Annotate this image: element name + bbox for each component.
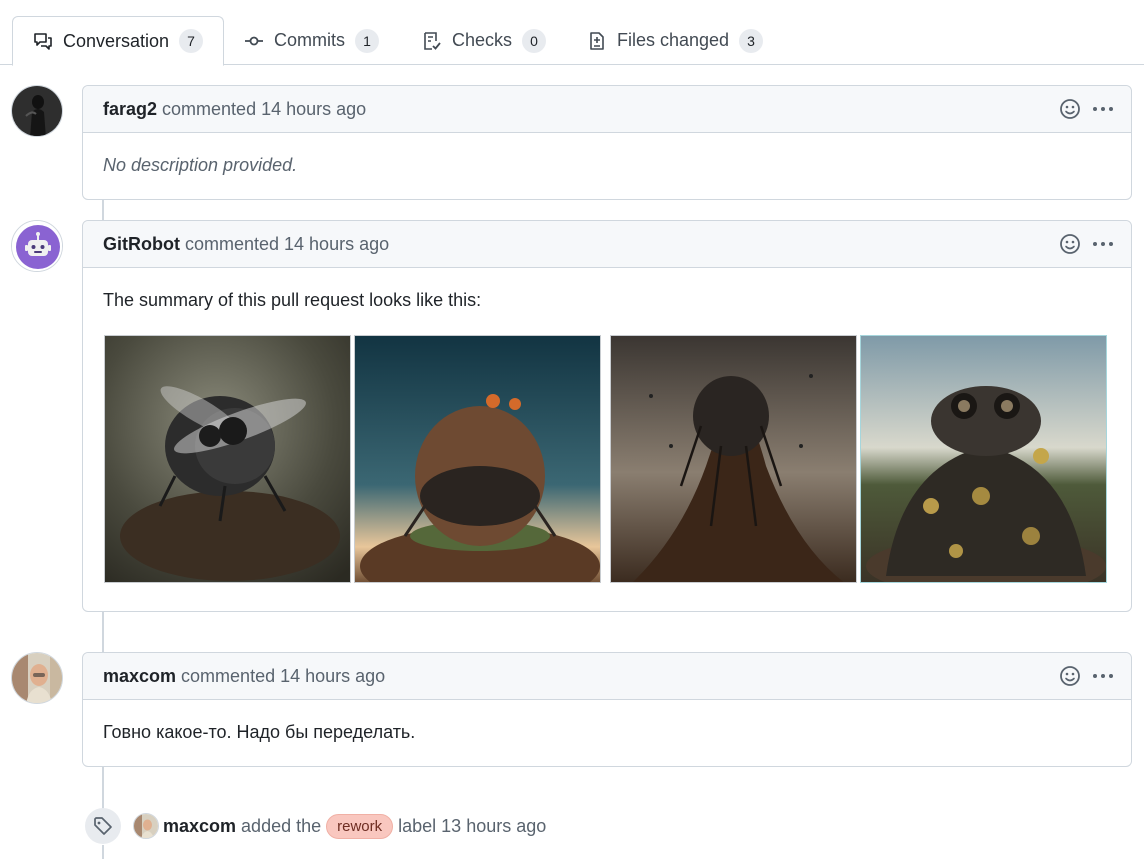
timeline-connector — [102, 199, 104, 221]
tab-checks[interactable]: Checks 0 — [402, 16, 566, 65]
tab-label: Commits — [274, 30, 345, 50]
tab-count-badge: 7 — [179, 29, 204, 53]
avatar[interactable] — [11, 652, 63, 704]
timeline-event-labeled: maxcom added the rework label 13 hours a… — [85, 808, 546, 844]
file-diff-icon — [590, 31, 604, 50]
add-reaction-icon[interactable] — [1059, 233, 1081, 255]
timeline-connector — [102, 845, 104, 859]
event-action: added the — [241, 815, 322, 836]
robot-avatar-icon — [12, 221, 62, 271]
add-reaction-icon[interactable] — [1059, 98, 1081, 120]
comment-header: farag2 commented 14 hours ago — [83, 86, 1131, 133]
event-author[interactable]: maxcom — [163, 816, 236, 837]
label-badge[interactable]: rework — [326, 813, 394, 839]
tab-label: Checks — [452, 30, 513, 50]
comment-discussion-icon — [34, 33, 52, 50]
comment-box: maxcom commented 14 hours ago Говно како… — [82, 652, 1132, 767]
tab-count-badge: 0 — [522, 28, 547, 53]
user-avatar-image — [12, 653, 62, 703]
event-suffix: label 13 hours ago — [398, 815, 547, 836]
comment-box: farag2 commented 14 hours ago No descrip… — [82, 85, 1132, 200]
avatar[interactable] — [11, 85, 63, 137]
summary-image[interactable] — [104, 335, 351, 583]
comment-author[interactable]: GitRobot — [103, 234, 180, 255]
comment-header: maxcom commented 14 hours ago — [83, 653, 1131, 700]
comment-timestamp[interactable]: commented 14 hours ago — [162, 99, 366, 120]
comment-timestamp[interactable]: commented 14 hours ago — [181, 666, 385, 687]
tab-count-badge: 3 — [739, 28, 764, 53]
comment-author[interactable]: maxcom — [103, 666, 176, 687]
tab-label: Files changed — [617, 30, 730, 50]
avatar[interactable] — [11, 220, 63, 272]
tab-files-changed[interactable]: Files changed 3 — [567, 16, 783, 65]
summary-image[interactable] — [860, 335, 1107, 583]
comment-timestamp[interactable]: commented 14 hours ago — [185, 234, 389, 255]
tag-icon — [85, 808, 121, 844]
pr-tabbar: Conversation 7 Commits 1 Checks 0 Files … — [0, 0, 1144, 66]
kebab-horizontal-icon[interactable] — [1091, 665, 1115, 687]
tab-commits[interactable]: Commits 1 — [224, 16, 399, 65]
add-reaction-icon[interactable] — [1059, 665, 1081, 687]
tab-conversation[interactable]: Conversation 7 — [12, 16, 225, 66]
comment-body: The summary of this pull request looks l… — [103, 290, 482, 310]
checklist-icon — [424, 31, 441, 50]
summary-image[interactable] — [610, 335, 857, 583]
comment-body: No description provided. — [103, 155, 298, 175]
user-avatar-image — [12, 86, 62, 136]
timeline-connector — [102, 611, 104, 653]
git-commit-icon — [245, 36, 263, 45]
comment-body: Говно какое-то. Надо бы переделать. — [103, 722, 416, 742]
tab-label: Conversation — [63, 30, 170, 51]
kebab-horizontal-icon[interactable] — [1091, 98, 1115, 120]
timeline-connector — [102, 767, 104, 809]
summary-image[interactable] — [354, 335, 601, 583]
tab-count-badge: 1 — [355, 28, 379, 53]
comment-author[interactable]: farag2 — [103, 99, 157, 120]
kebab-horizontal-icon[interactable] — [1091, 233, 1115, 255]
summary-image-grid — [104, 335, 1108, 583]
comment-header: GitRobot commented 14 hours ago — [83, 221, 1131, 268]
avatar[interactable] — [133, 813, 159, 839]
